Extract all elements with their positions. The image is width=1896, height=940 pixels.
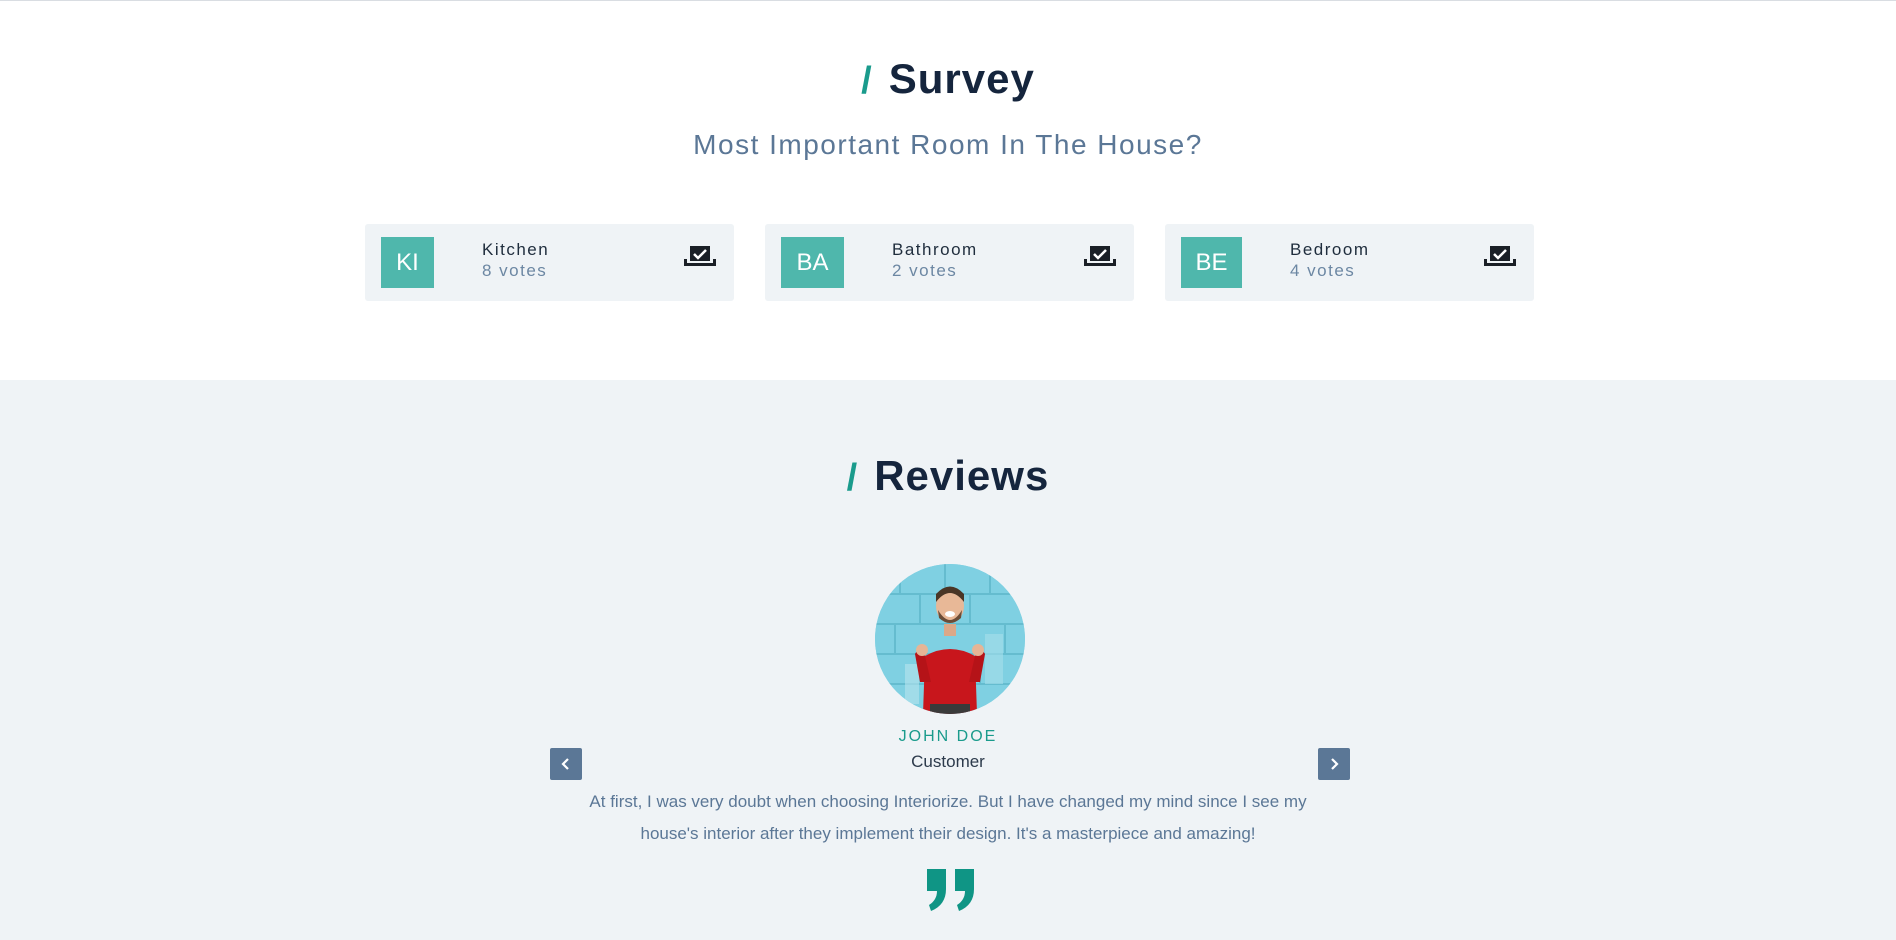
- option-badge: BA: [781, 237, 844, 288]
- reviews-title-text: Reviews: [874, 452, 1050, 499]
- option-name: Bedroom: [1290, 240, 1370, 259]
- reviewer-role: Customer: [911, 752, 985, 771]
- reviewer-name: JOHN DOE: [898, 728, 998, 745]
- option-name: Bathroom: [892, 240, 978, 259]
- ballot-box-icon[interactable]: [1084, 245, 1116, 271]
- survey-options: KI Kitchen 8 votes BA Bathroom 2 votes B…: [365, 224, 1534, 301]
- review-text: At first, I was very doubt when choosing…: [589, 792, 1307, 843]
- survey-section: / Survey Most Important Room In The House…: [0, 1, 1896, 380]
- title-slash: /: [861, 60, 873, 102]
- option-badge: KI: [381, 237, 434, 288]
- previous-review-button[interactable]: [550, 748, 582, 780]
- option-votes: 4 votes: [1290, 261, 1356, 280]
- survey-option-bathroom: BA Bathroom 2 votes: [765, 224, 1134, 301]
- option-badge: BE: [1181, 237, 1242, 288]
- ballot-box-icon[interactable]: [1484, 245, 1516, 271]
- survey-option-kitchen: KI Kitchen 8 votes: [365, 224, 734, 301]
- reviews-title: / Reviews: [0, 452, 1896, 500]
- ballot-box-icon[interactable]: [684, 245, 716, 271]
- next-review-button[interactable]: [1318, 748, 1350, 780]
- chevron-left-icon: [561, 758, 569, 770]
- option-votes: 2 votes: [892, 261, 958, 280]
- survey-option-bedroom: BE Bedroom 4 votes: [1165, 224, 1534, 301]
- chevron-right-icon: [1331, 758, 1339, 770]
- reviewer-avatar: [875, 564, 1025, 714]
- option-name: Kitchen: [482, 240, 550, 259]
- reviews-section: / Reviews JOHN DOE Customer At first, I …: [0, 380, 1896, 940]
- survey-title-text: Survey: [888, 55, 1035, 102]
- survey-title: / Survey: [0, 55, 1896, 103]
- title-slash: /: [846, 457, 859, 499]
- option-votes: 8 votes: [482, 261, 548, 280]
- survey-question: Most Important Room In The House?: [693, 129, 1203, 160]
- quote-icon: [927, 869, 974, 911]
